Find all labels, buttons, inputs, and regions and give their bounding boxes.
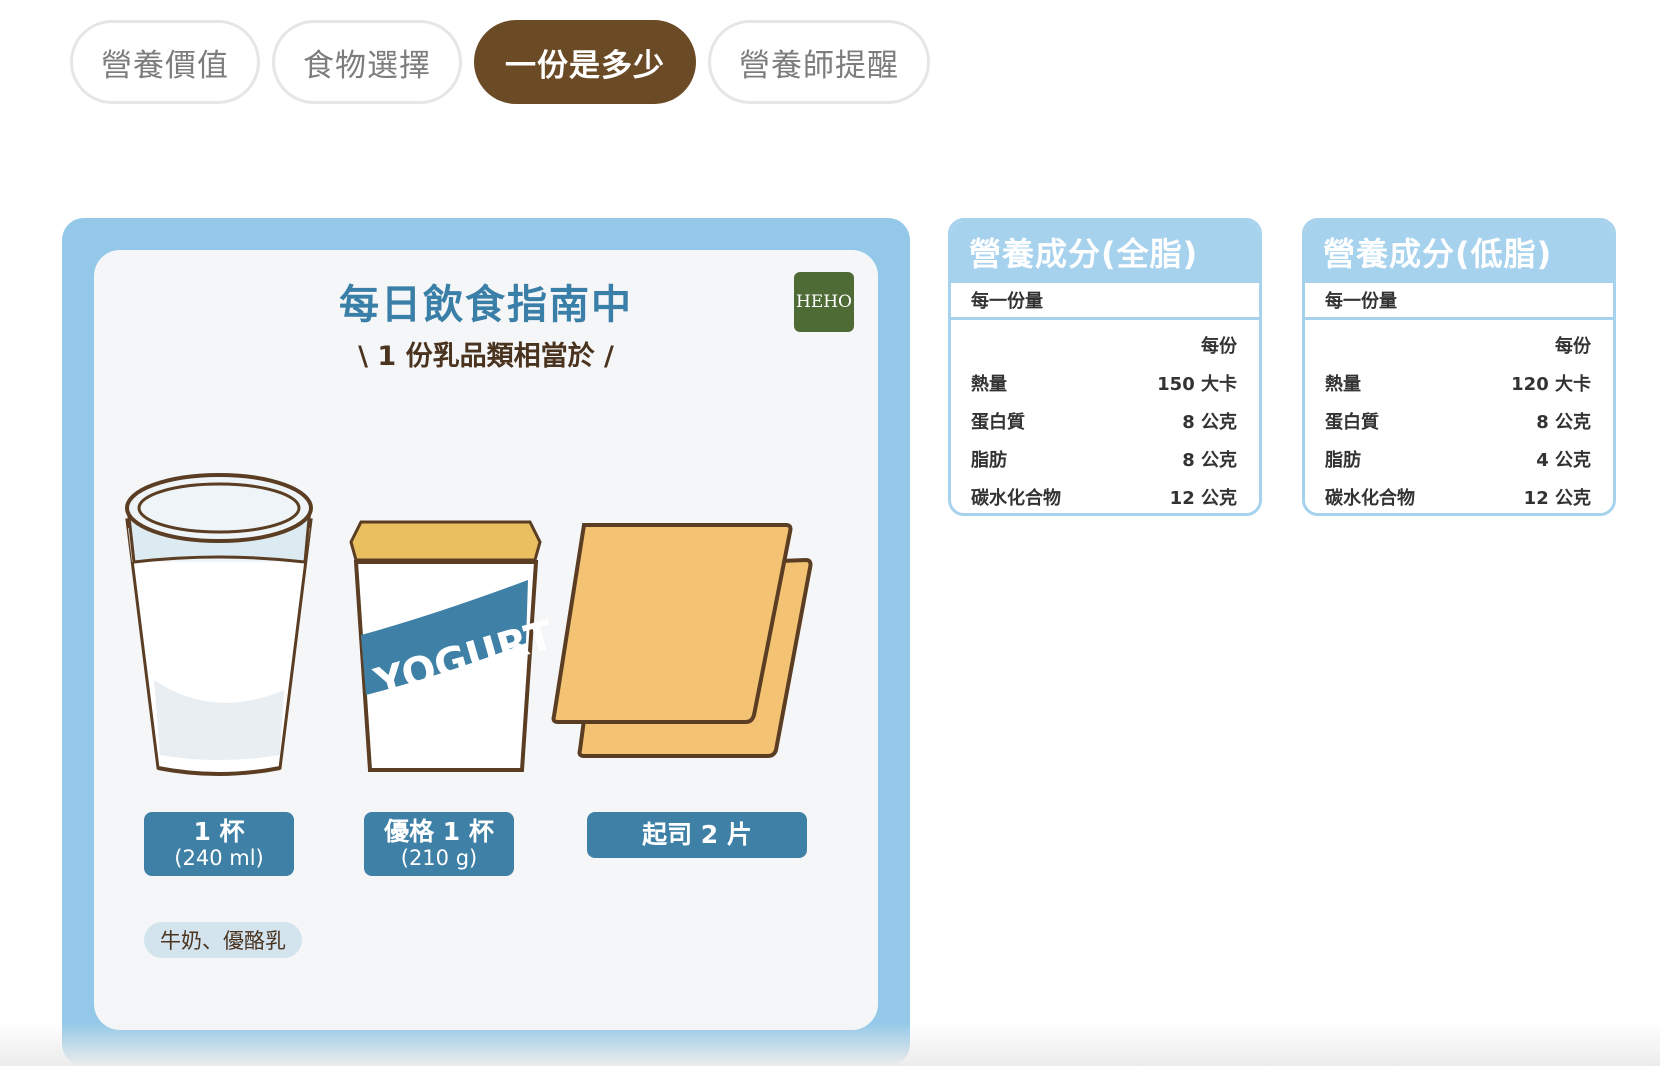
milk-type-tag: 牛奶、優酪乳 <box>144 922 302 958</box>
milk-glass-icon <box>125 473 313 776</box>
dairy-illustration: YOGURT <box>125 473 813 776</box>
nutrition-row: 碳水化合物 12 公克 <box>951 484 1259 509</box>
milk-label: 1 杯 (240 ml) <box>144 812 294 876</box>
nutrient-value: 8 公克 <box>1182 412 1237 433</box>
nutrition-table-whole: 營養成分(全脂) 每一份量 每份 熱量 150 大卡 蛋白質 8 公克 脂肪 8… <box>948 218 1262 516</box>
nutrition-row: 脂肪 4 公克 <box>1305 446 1613 471</box>
tab-nutrition-value[interactable]: 營養價值 <box>70 20 260 104</box>
nutrient-name: 碳水化合物 <box>971 488 1061 509</box>
serving-infographic: 每日飲食指南中 \ 1 份乳品類相當於 / HEHO YOGURT 1 杯 (2… <box>62 218 910 1066</box>
nutrition-row: 蛋白質 8 公克 <box>1305 408 1613 433</box>
nutrient-value: 12 公克 <box>1169 488 1237 509</box>
nutrient-name: 蛋白質 <box>1325 412 1379 433</box>
tab-dietitian-tips[interactable]: 營養師提醒 <box>708 20 930 104</box>
nutrient-value: 4 公克 <box>1536 450 1591 471</box>
tab-food-choice[interactable]: 食物選擇 <box>272 20 462 104</box>
yogurt-weight: (210 g) <box>400 846 478 870</box>
nutrition-title: 營養成分(低脂) <box>1305 221 1613 283</box>
yogurt-cup-icon: YOGURT <box>349 520 559 772</box>
nutrient-name: 熱量 <box>1325 374 1361 395</box>
cheese-label: 起司 2 片 <box>587 812 807 858</box>
nutrition-table-lowfat: 營養成分(低脂) 每一份量 每份 熱量 120 大卡 蛋白質 8 公克 脂肪 4… <box>1302 218 1616 516</box>
nutrient-value: 120 大卡 <box>1511 374 1591 395</box>
nutrition-row: 熱量 150 大卡 <box>951 370 1259 395</box>
nutrition-row: 碳水化合物 12 公克 <box>1305 484 1613 509</box>
yogurt-label: 優格 1 杯 (210 g) <box>364 812 514 876</box>
yogurt-amount: 優格 1 杯 <box>384 817 494 846</box>
serving-label: 每一份量 <box>951 283 1259 320</box>
serving-label: 每一份量 <box>1305 283 1613 320</box>
nutrition-title: 營養成分(全脂) <box>951 221 1259 283</box>
column-header: 每份 <box>1201 336 1237 357</box>
infographic-panel: 每日飲食指南中 \ 1 份乳品類相當於 / HEHO YOGURT 1 杯 (2… <box>94 250 878 1030</box>
column-header: 每份 <box>1555 336 1591 357</box>
nutrient-name: 脂肪 <box>971 450 1007 471</box>
tab-bar: 營養價值 食物選擇 一份是多少 營養師提醒 <box>70 20 930 104</box>
cheese-slices-icon <box>551 523 813 758</box>
nutrient-name: 脂肪 <box>1325 450 1361 471</box>
nutrition-row: 熱量 120 大卡 <box>1305 370 1613 395</box>
nutrient-value: 8 公克 <box>1182 450 1237 471</box>
nutrient-name: 碳水化合物 <box>1325 488 1415 509</box>
nutrient-value: 8 公克 <box>1536 412 1591 433</box>
nutrient-value: 12 公克 <box>1523 488 1591 509</box>
cheese-amount: 起司 2 片 <box>642 820 752 849</box>
nutrient-name: 熱量 <box>971 374 1007 395</box>
nutrition-row: 脂肪 8 公克 <box>951 446 1259 471</box>
nutrient-name: 蛋白質 <box>971 412 1025 433</box>
nutrient-value: 150 大卡 <box>1157 374 1237 395</box>
nutrition-row: 蛋白質 8 公克 <box>951 408 1259 433</box>
milk-volume: (240 ml) <box>174 846 264 870</box>
milk-amount: 1 杯 <box>193 817 245 846</box>
tab-serving-size[interactable]: 一份是多少 <box>474 20 696 104</box>
